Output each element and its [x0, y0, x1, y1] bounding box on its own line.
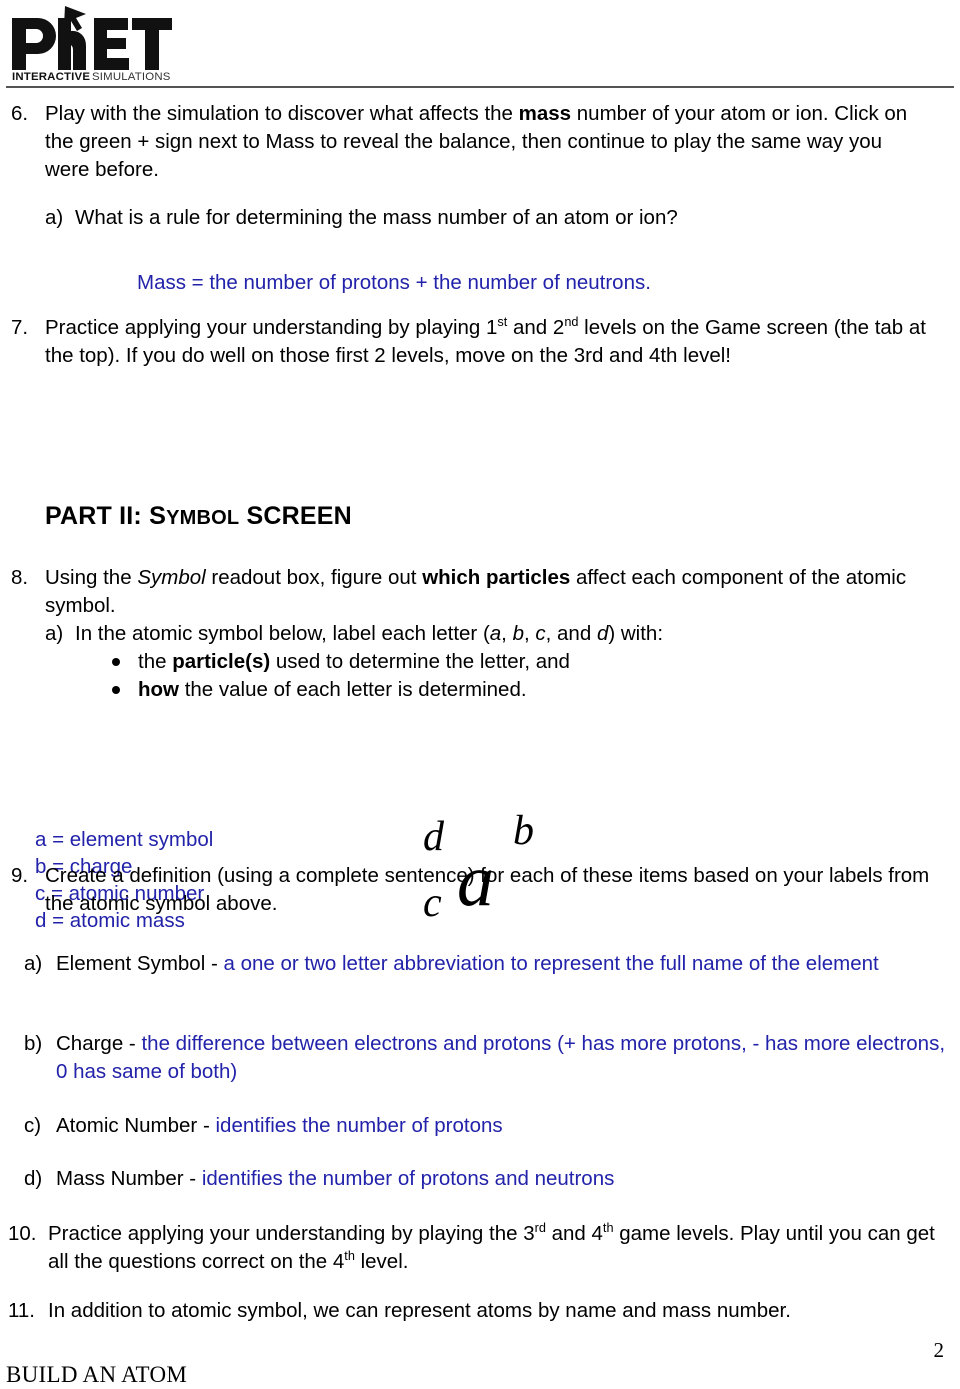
page-number: 2 [933, 1338, 945, 1362]
q9c-prompt: Atomic Number - [56, 1114, 216, 1137]
q8a-italic-b: b [512, 622, 524, 645]
page-header: INTERACTIVE SIMULATIONS [0, 0, 960, 92]
question-8a-text: In the atomic symbol below, label each l… [75, 620, 925, 648]
bullet-dot-icon [112, 658, 120, 666]
question-8-number: 8. [11, 566, 29, 589]
question-9: 9. Create a definition (using a complete… [11, 862, 931, 918]
header-divider [6, 86, 954, 88]
q8a-text-b: ) with: [608, 622, 664, 645]
q9a-answer: a one or two letter abbreviation to repr… [223, 952, 879, 975]
part2-smallcaps-rest: YMBOL [166, 507, 240, 529]
question-9b-content: Charge - the difference between electron… [56, 1030, 946, 1086]
phet-logo: INTERACTIVE SIMULATIONS [8, 4, 176, 82]
q9a-prompt: Element Symbol - [56, 952, 224, 975]
svg-text:INTERACTIVE: INTERACTIVE [12, 71, 90, 82]
question-9c: c) Atomic Number - identifies the number… [24, 1112, 924, 1140]
question-10-text: Practice applying your understanding by … [48, 1220, 953, 1276]
q8a-sep-2: , [523, 622, 536, 645]
q8a-italic-c: c [535, 622, 546, 645]
question-10-number: 10. [8, 1222, 37, 1245]
q10-text-b: and 4 [545, 1222, 603, 1245]
bullet-1-post: used to determine the letter, and [270, 650, 570, 673]
question-7: 7. Practice applying your understanding … [11, 314, 931, 370]
q10-sup-rd: rd [534, 1220, 546, 1236]
list-item: how the value of each letter is determin… [100, 676, 800, 704]
question-9d-content: Mass Number - identifies the number of p… [56, 1165, 924, 1193]
question-9a-content: Element Symbol - a one or two letter abb… [56, 950, 924, 978]
q9d-prompt: Mass Number - [56, 1167, 202, 1190]
question-11-number: 11. [8, 1299, 35, 1322]
q9d-answer: identifies the number of protons and neu… [201, 1167, 615, 1190]
question-11-text: In addition to atomic symbol, we can rep… [48, 1299, 791, 1322]
q10-sup-th-2: th [344, 1248, 355, 1264]
question-9-number: 9. [11, 864, 29, 887]
question-6-text: Play with the simulation to discover wha… [45, 100, 929, 184]
q7-sup-st: st [497, 314, 508, 330]
question-9c-label: c) [24, 1114, 42, 1137]
q8-text-a: Using the [45, 566, 138, 589]
q8a-sep-1: , [501, 622, 513, 645]
bullet-2-post: the value of each letter is determined. [179, 678, 527, 701]
q8-bold-which-particles: which particles [422, 566, 571, 589]
question-6a-text: What is a rule for determining the mass … [75, 206, 678, 229]
list-item: the particle(s) used to determine the le… [100, 648, 800, 676]
question-8-text: Using the Symbol readout box, figure out… [45, 564, 931, 620]
footer-title: BUILD AN ATOM [6, 1362, 188, 1387]
q7-sup-nd: nd [564, 314, 579, 330]
q8a-text-a: In the atomic symbol below, label each l… [75, 622, 490, 645]
q9b-answer: the difference between electrons and pro… [56, 1032, 946, 1083]
part2-prefix: PART II: [45, 502, 150, 530]
question-7-number: 7. [11, 316, 29, 339]
question-9a: a) Element Symbol - a one or two letter … [24, 950, 924, 978]
question-9b: b) Charge - the difference between elect… [24, 1030, 946, 1086]
atomic-symbol-charge-b: b [513, 808, 534, 854]
atomic-symbol-mass-number-d: d [423, 814, 444, 860]
q8-italic-symbol: Symbol [137, 566, 206, 589]
question-6: 6. Play with the simulation to discover … [11, 100, 929, 184]
question-9c-content: Atomic Number - identifies the number of… [56, 1112, 924, 1140]
q8a-italic-a: a [489, 622, 502, 645]
bullet-1-bold: particle(s) [172, 650, 271, 673]
q8a-sep-3: , and [545, 622, 597, 645]
legend-line-a: a = element symbol [35, 828, 214, 851]
question-7-text: Practice applying your understanding by … [45, 314, 931, 370]
question-9-text: Create a definition (using a complete se… [45, 864, 930, 915]
question-6-number: 6. [11, 102, 29, 125]
svg-text:SIMULATIONS: SIMULATIONS [92, 71, 171, 82]
question-8a-label: a) [45, 622, 64, 645]
question-8a: a) In the atomic symbol below, label eac… [45, 620, 925, 648]
q8-text-b: readout box, figure out [205, 566, 423, 589]
part2-smallcaps-initial: S [149, 502, 167, 530]
q10-sup-th-1: th [602, 1220, 614, 1236]
part2-smallcaps: SYMBOL [149, 502, 240, 530]
question-10: 10. Practice applying your understanding… [8, 1220, 953, 1276]
question-8: 8. Using the Symbol readout box, figure … [11, 564, 931, 620]
q6-text-a: Play with the simulation to discover wha… [45, 102, 519, 125]
q10-text-a: Practice applying your understanding by … [48, 1222, 535, 1245]
answer-6a: Mass = the number of protons + the numbe… [137, 271, 651, 294]
bullet-2-bold: how [138, 678, 179, 701]
question-6a: a) What is a rule for determining the ma… [45, 204, 925, 232]
part2-suffix: SCREEN [239, 502, 352, 530]
q6-bold-mass: mass [518, 102, 572, 125]
q7-text-b: and 2 [507, 316, 565, 339]
question-9d-label: d) [24, 1167, 43, 1190]
question-11: 11. In addition to atomic symbol, we can… [8, 1297, 938, 1325]
question-9d: d) Mass Number - identifies the number o… [24, 1165, 924, 1193]
bullet-dot-icon [112, 686, 120, 694]
question-6a-label: a) [45, 206, 64, 229]
q7-text-a: Practice applying your understanding by … [45, 316, 498, 339]
bullet-1-pre: the [138, 650, 173, 673]
part-2-heading: PART II: SYMBOL SCREEN [45, 502, 352, 531]
q8a-italic-d: d [596, 622, 609, 645]
q9b-prompt: Charge - [56, 1032, 142, 1055]
q10-text-d: level. [354, 1250, 409, 1273]
q9c-answer: identifies the number of protons [215, 1114, 503, 1137]
question-9b-label: b) [24, 1032, 43, 1055]
question-9a-label: a) [24, 952, 43, 975]
question-8a-bullet-list: the particle(s) used to determine the le… [100, 648, 800, 704]
